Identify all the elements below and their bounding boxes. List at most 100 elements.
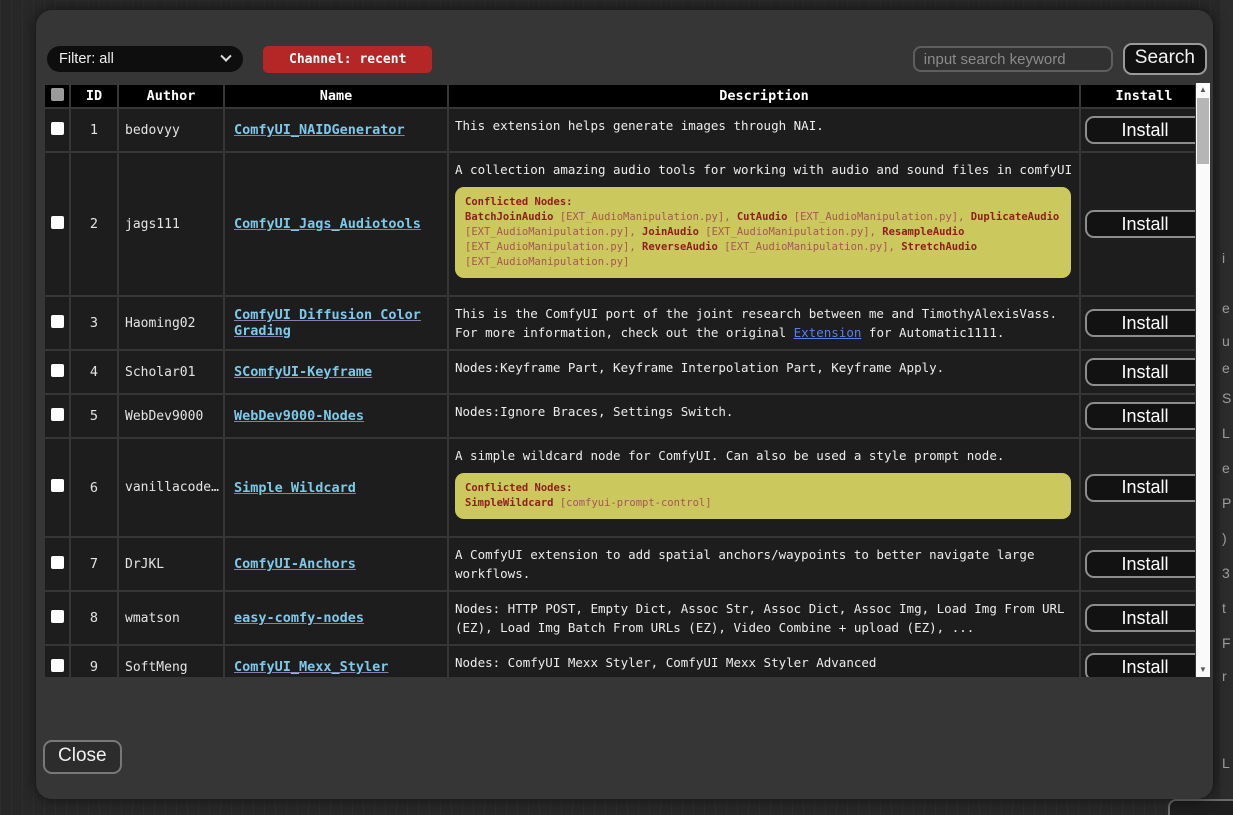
install-button[interactable]: Install (1085, 402, 1195, 430)
row-description: A simple wildcard node for ComfyUI. Can … (449, 439, 1079, 536)
description-text: Nodes:Keyframe Part, Keyframe Interpolat… (455, 360, 944, 375)
row-checkbox[interactable] (51, 556, 64, 569)
row-name-link[interactable]: ComfyUI_Jags_Audiotools (234, 216, 421, 232)
table-scrollbar[interactable]: ▲ ▼ (1196, 83, 1210, 677)
scrollbar-thumb[interactable] (1197, 98, 1209, 164)
search-button[interactable]: Search (1123, 43, 1207, 75)
row-id: 4 (71, 351, 117, 393)
row-checkbox[interactable] (51, 610, 64, 623)
search-input[interactable] (913, 46, 1113, 72)
scrollbar-up-arrow-icon[interactable]: ▲ (1196, 83, 1210, 97)
row-description: This is the ComfyUI port of the joint re… (449, 297, 1079, 349)
row-name-link[interactable]: ComfyUI_NAIDGenerator (234, 122, 405, 138)
conflict-node-file: [EXT_AudioManipulation.py] (465, 256, 629, 268)
row-id: 6 (71, 439, 117, 536)
description-text: A ComfyUI extension to add spatial ancho… (455, 547, 1034, 581)
row-description: A collection amazing audio tools for wor… (449, 153, 1079, 295)
row-name-link[interactable]: ComfyUI_Mexx_Styler (234, 659, 388, 675)
row-description: This extension helps generate images thr… (449, 109, 1079, 151)
table-header-row: ID Author Name Description Install (45, 85, 1195, 107)
row-checkbox[interactable] (51, 408, 64, 421)
install-button[interactable]: Install (1085, 116, 1195, 144)
background-menu-text-fragment: u (1222, 333, 1230, 349)
row-author: SoftMeng (119, 646, 223, 677)
select-all-checkbox[interactable] (51, 88, 64, 101)
row-id: 3 (71, 297, 117, 349)
row-id: 7 (71, 538, 117, 590)
conflict-node-file: [EXT_AudioManipulation.py], (465, 241, 642, 253)
conflict-node-name: ResampleAudio (882, 226, 964, 238)
conflict-node-name: DuplicateAudio (971, 211, 1060, 223)
description-text: A collection amazing audio tools for wor… (455, 162, 1072, 177)
row-checkbox[interactable] (51, 479, 64, 492)
row-id: 1 (71, 109, 117, 151)
close-button[interactable]: Close (43, 740, 122, 774)
install-button[interactable]: Install (1085, 653, 1195, 677)
scrollbar-down-arrow-icon[interactable]: ▼ (1196, 663, 1210, 677)
row-checkbox[interactable] (51, 315, 64, 328)
conflict-node-file: [EXT_AudioManipulation.py], (465, 226, 642, 238)
background-menu-text-fragment: e (1222, 360, 1230, 376)
channel-badge[interactable]: Channel: recent (263, 46, 432, 73)
description-text: Nodes:Ignore Braces, Settings Switch. (455, 404, 733, 419)
row-name-link[interactable]: WebDev9000-Nodes (234, 408, 364, 424)
filter-dropdown-label: Filter: all (59, 51, 114, 67)
install-button[interactable]: Install (1085, 604, 1195, 632)
row-name-link[interactable]: SComfyUI-Keyframe (234, 364, 372, 380)
background-menu-text-fragment: 3 (1222, 565, 1230, 581)
row-checkbox[interactable] (51, 364, 64, 377)
row-description: Nodes:Keyframe Part, Keyframe Interpolat… (449, 351, 1079, 393)
row-author: Scholar01 (119, 351, 223, 393)
install-button[interactable]: Install (1085, 550, 1195, 578)
description-text: This extension helps generate images thr… (455, 118, 824, 133)
row-description: Nodes:Ignore Braces, Settings Switch. (449, 395, 1079, 437)
install-button[interactable]: Install (1085, 309, 1195, 337)
install-button[interactable]: Install (1085, 474, 1195, 502)
row-name-link[interactable]: Simple Wildcard (234, 480, 356, 496)
row-name-link[interactable]: ComfyUI Diffusion Color Grading (234, 307, 421, 339)
row-checkbox[interactable] (51, 659, 64, 672)
header-name: Name (225, 85, 447, 107)
background-menu-text-fragment: S (1222, 390, 1231, 406)
table-row: 2jags111ComfyUI_Jags_AudiotoolsA collect… (45, 153, 1195, 295)
background-menu-text-fragment: L (1222, 425, 1230, 441)
table-row: 3Haoming02ComfyUI Diffusion Color Gradin… (45, 297, 1195, 349)
background-menu-text-fragment: e (1222, 300, 1230, 316)
nodes-table: ID Author Name Description Install 1bedo… (43, 83, 1195, 677)
row-checkbox[interactable] (51, 122, 64, 135)
row-name-link[interactable]: ComfyUI-Anchors (234, 556, 356, 572)
conflict-node-file: [EXT_AudioManipulation.py], (554, 211, 737, 223)
conflict-node-name: CutAudio (737, 211, 788, 223)
install-button[interactable]: Install (1085, 358, 1195, 386)
description-text: Nodes: HTTP POST, Empty Dict, Assoc Str,… (455, 601, 1065, 635)
conflict-node-name: BatchJoinAudio (465, 211, 554, 223)
conflict-node-name: SimpleWildcard (465, 497, 554, 509)
install-button[interactable]: Install (1085, 210, 1195, 238)
description-text: for Automatic1111. (861, 325, 1004, 340)
background-menu-text-fragment: L (1222, 755, 1230, 771)
header-author: Author (119, 85, 223, 107)
conflict-node-file: [EXT_AudioManipulation.py], (718, 241, 901, 253)
conflict-node-file: [EXT_AudioManipulation.py], (699, 226, 882, 238)
dialog-toolbar: Filter: all Channel: recent Search (47, 45, 1207, 73)
background-partial-button (1168, 799, 1233, 815)
filter-dropdown[interactable]: Filter: all (47, 46, 243, 72)
conflict-node-name: StretchAudio (901, 241, 977, 253)
row-description: Nodes: HTTP POST, Empty Dict, Assoc Str,… (449, 592, 1079, 644)
row-id: 8 (71, 592, 117, 644)
row-description: A ComfyUI extension to add spatial ancho… (449, 538, 1079, 590)
background-menu-text-fragment: e (1222, 460, 1230, 476)
description-text: A simple wildcard node for ComfyUI. Can … (455, 448, 1004, 463)
header-id: ID (71, 85, 117, 107)
background-menu-text-fragment: t (1222, 600, 1226, 616)
table-row: 7DrJKLComfyUI-AnchorsA ComfyUI extension… (45, 538, 1195, 590)
background-menu-text-fragment: i (1222, 250, 1225, 266)
row-name-link[interactable]: easy-comfy-nodes (234, 610, 364, 626)
description-text: Nodes: ComfyUI Mexx Styler, ComfyUI Mexx… (455, 655, 876, 670)
conflict-box: Conflicted Nodes:SimpleWildcard [comfyui… (455, 473, 1071, 519)
table-row: 6vanillacode…Simple WildcardA simple wil… (45, 439, 1195, 536)
description-link[interactable]: Extension (794, 325, 862, 340)
row-author: wmatson (119, 592, 223, 644)
background-menu-strip: ieueSLeP)3tFrL (1220, 0, 1233, 815)
row-checkbox[interactable] (51, 216, 64, 229)
